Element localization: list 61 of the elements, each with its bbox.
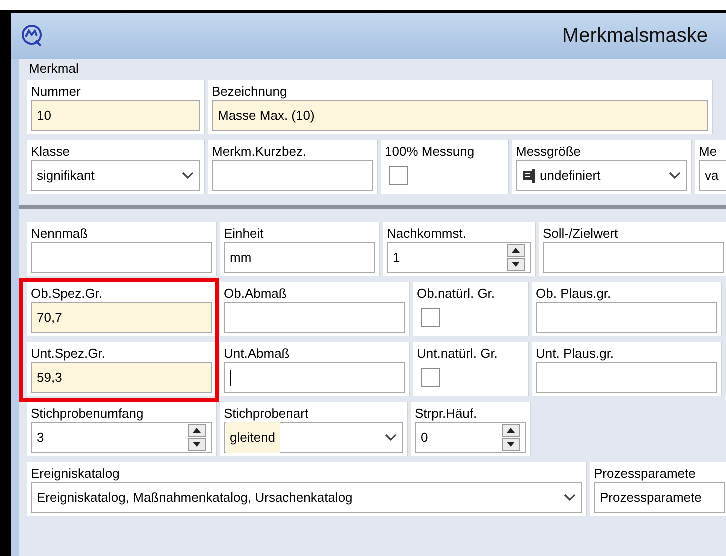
window-title: Merkmalsmaske	[562, 24, 708, 49]
field-label: Soll-/Zielwert	[543, 225, 620, 242]
field-label: Stichprobenumfang	[31, 405, 145, 422]
input-field[interactable]	[31, 242, 212, 273]
field-label: Nachkommst.	[387, 225, 468, 242]
input-field[interactable]	[536, 302, 717, 333]
spin-down-icon[interactable]	[507, 258, 525, 271]
chevron-down-icon	[385, 434, 397, 442]
field-label: Einheit	[224, 225, 265, 242]
field-label: Nummer	[31, 83, 82, 100]
field-label: Ob.natürl. Gr.	[417, 285, 496, 302]
input-field[interactable]: 59,3	[31, 362, 212, 393]
input-field[interactable]: 10	[31, 100, 200, 131]
spin-field[interactable]: 0	[415, 422, 526, 453]
field-label: Bezeichnung	[212, 83, 288, 100]
spin-up-icon[interactable]	[502, 424, 520, 437]
checkbox[interactable]	[389, 166, 408, 185]
dropdown[interactable]: gleitend	[224, 422, 403, 453]
input-field[interactable]	[224, 302, 405, 333]
field-label: Me	[699, 143, 718, 160]
input-field[interactable]	[543, 242, 724, 273]
field-label: Klasse	[31, 143, 72, 160]
app-logo-icon	[21, 24, 45, 48]
field-label: Stichprobenart	[224, 405, 310, 422]
field-label: 100% Messung	[385, 143, 476, 160]
chevron-down-icon	[564, 494, 576, 502]
input-field[interactable]	[536, 362, 717, 393]
checkbox[interactable]	[421, 308, 440, 327]
input-field[interactable]: 70,7	[31, 302, 212, 333]
dropdown[interactable]: Ereigniskatalog, Maßnahmenkatalog, Ursachenkatalog	[31, 482, 582, 513]
field-label: Nennmaß	[31, 225, 90, 242]
field-label: Strpr.Häuf.	[415, 405, 478, 422]
spin-down-icon[interactable]	[188, 438, 206, 451]
field-label: Ereigniskatalog	[31, 465, 121, 482]
chevron-down-icon	[669, 172, 681, 180]
spin-field[interactable]: 1	[387, 242, 531, 273]
field-label: Ob. Plaus.gr.	[536, 285, 612, 302]
input-field[interactable]: va	[699, 160, 726, 191]
spin-up-icon[interactable]	[507, 244, 525, 257]
field-label: Messgröße	[516, 143, 582, 160]
input-field[interactable]: Prozessparamete	[594, 482, 725, 513]
spin-down-icon[interactable]	[502, 438, 520, 451]
field-label: Ob.Abmaß	[224, 285, 288, 302]
spin-up-icon[interactable]	[188, 424, 206, 437]
spin-field[interactable]: 3	[31, 422, 212, 453]
input-field[interactable]: Masse Max. (10)	[212, 100, 708, 131]
input-field[interactable]	[224, 362, 405, 393]
field-label: Unt.natürl. Gr.	[417, 345, 499, 362]
dropdown[interactable]: undefiniert	[516, 160, 687, 191]
group-label: Merkmal	[29, 61, 79, 76]
field-label: Unt.Spez.Gr.	[31, 345, 106, 362]
input-field[interactable]	[212, 160, 373, 191]
checkbox[interactable]	[421, 368, 440, 387]
dropdown[interactable]: signifikant	[31, 160, 200, 191]
field-label: Unt.Abmaß	[224, 345, 291, 362]
field-label: Unt. Plaus.gr.	[536, 345, 616, 362]
field-label: Merkm.Kurzbez.	[212, 143, 308, 160]
input-field[interactable]: mm	[224, 242, 375, 273]
chevron-down-icon	[182, 172, 194, 180]
field-label: Ob.Spez.Gr.	[31, 285, 104, 302]
field-label: Prozessparamete	[594, 465, 697, 482]
